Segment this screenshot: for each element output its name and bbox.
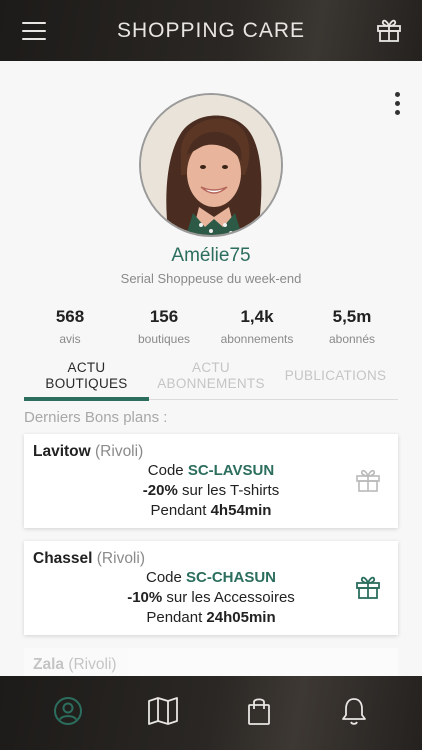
tab-actu-abonnements[interactable]: ACTU ABONNEMENTS: [149, 360, 273, 400]
deal-card[interactable]: Lavitow (Rivoli) Code SC-LAVSUN -20% sur…: [24, 434, 398, 528]
stat-reviews[interactable]: 568 avis: [24, 307, 116, 346]
tab-label: PUBLICATIONS: [284, 368, 387, 383]
section-title: Derniers Bons plans :: [24, 409, 168, 426]
gift-icon[interactable]: [355, 467, 381, 493]
top-app-bar: SHOPPING CARE: [0, 0, 422, 61]
deal-code-line: Code SC-LAVSUN: [24, 462, 398, 479]
gift-icon[interactable]: [355, 574, 381, 600]
stat-label: abonnés: [328, 332, 376, 346]
shopping-bag-icon: [246, 696, 272, 731]
stat-value: 5,5m: [332, 307, 372, 326]
shop-name: Chassel: [33, 550, 93, 567]
nav-notifications[interactable]: [334, 693, 374, 733]
avatar[interactable]: [139, 93, 283, 237]
discount-value: -20%: [142, 482, 178, 499]
shop-location: (Rivoli): [68, 656, 117, 673]
duration-value: 24h05min: [206, 609, 276, 626]
deal-discount-line: -10% sur les Accessoires: [24, 589, 398, 606]
deal-card[interactable]: Chassel (Rivoli) Code SC-CHASUN -10% sur…: [24, 541, 398, 635]
stat-subscriptions[interactable]: 1,4k abonnements: [211, 307, 303, 346]
profile-icon: [53, 696, 83, 731]
shop-name: Lavitow: [33, 443, 91, 460]
promo-code: SC-LAVSUN: [187, 462, 275, 479]
tab-label: ACTU: [67, 360, 106, 375]
code-prefix: Code: [147, 462, 188, 479]
gift-icon[interactable]: [376, 17, 402, 43]
stat-label: avis: [59, 332, 81, 346]
nav-profile[interactable]: [48, 693, 88, 733]
discount-text: sur les T-shirts: [177, 482, 280, 499]
tab-label: ACTU: [192, 360, 230, 375]
app-title: SHOPPING CARE: [116, 18, 306, 42]
deal-shop: Chassel (Rivoli): [33, 550, 145, 568]
stat-value: 568: [55, 307, 85, 326]
deal-discount-line: -20% sur les T-shirts: [24, 482, 398, 499]
promo-code: SC-CHASUN: [186, 569, 277, 586]
deal-shop: Lavitow (Rivoli): [33, 443, 143, 461]
tab-publications[interactable]: PUBLICATIONS: [273, 368, 398, 408]
more-options-icon[interactable]: [392, 92, 402, 118]
stat-shops[interactable]: 156 boutiques: [118, 307, 210, 346]
username: Amélie75: [171, 245, 251, 266]
tab-label: BOUTIQUES: [45, 376, 128, 391]
deal-duration-line: Pendant 24h05min: [24, 609, 398, 626]
tab-actu-boutiques[interactable]: ACTU BOUTIQUES: [24, 360, 149, 400]
discount-text: sur les Accessoires: [162, 589, 295, 606]
profile-tagline: Serial Shoppeuse du week-end: [120, 271, 302, 286]
code-prefix: Code: [145, 569, 187, 586]
deal-shop: Zala (Rivoli): [33, 656, 117, 674]
bottom-nav: [0, 676, 422, 750]
stat-value: 1,4k: [240, 307, 274, 326]
tab-label: ABONNEMENTS: [157, 376, 265, 391]
shop-name: Zala: [33, 656, 65, 673]
shop-location: (Rivoli): [96, 550, 145, 567]
stat-followers[interactable]: 5,5m abonnés: [306, 307, 398, 346]
menu-icon[interactable]: [22, 21, 46, 41]
bell-icon: [340, 696, 368, 731]
deal-duration-line: Pendant 4h54min: [24, 502, 398, 519]
nav-shopping[interactable]: [239, 693, 279, 733]
active-tab-indicator: [24, 397, 149, 401]
map-icon: [147, 696, 179, 731]
shop-location: (Rivoli): [95, 443, 144, 460]
nav-map[interactable]: [143, 693, 183, 733]
stat-label: boutiques: [137, 332, 191, 346]
stat-label: abonnements: [220, 332, 294, 346]
discount-value: -10%: [127, 589, 163, 606]
duration-prefix: Pendant: [150, 502, 211, 519]
duration-value: 4h54min: [210, 502, 272, 519]
stat-value: 156: [149, 307, 179, 326]
deal-code-line: Code SC-CHASUN: [24, 569, 398, 586]
duration-prefix: Pendant: [146, 609, 207, 626]
